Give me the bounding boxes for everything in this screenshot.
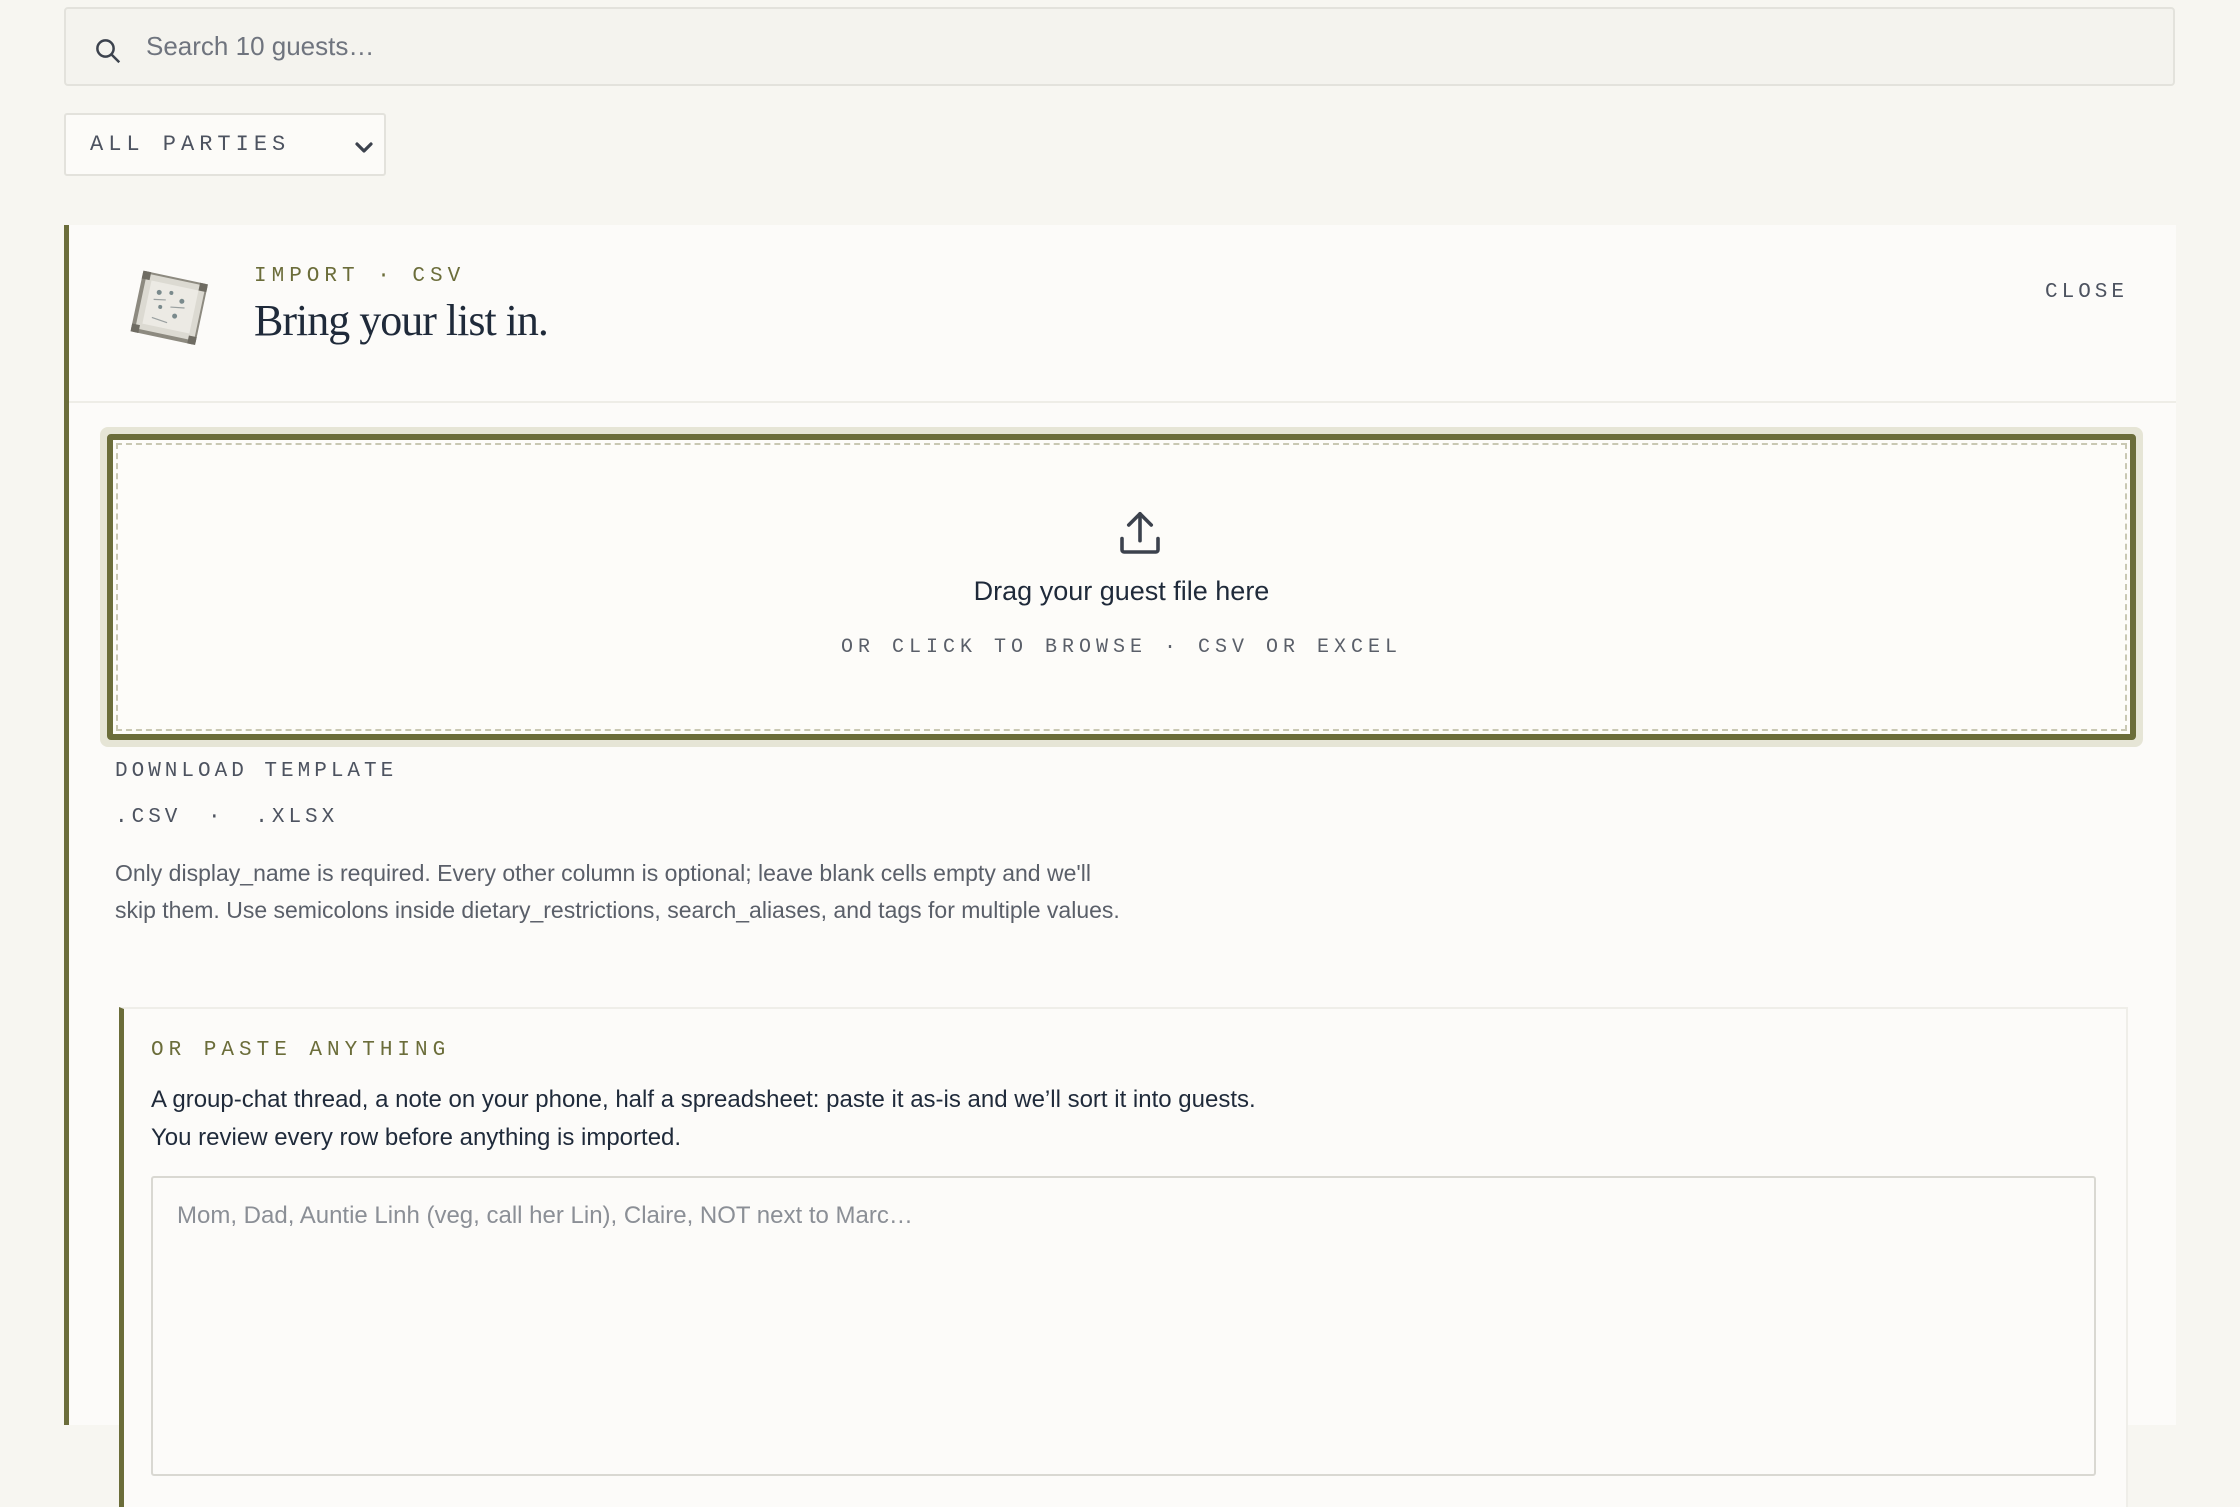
import-panel: IMPORT · CSV Bring your list in. CLOSE D… <box>64 225 2176 1507</box>
seating-chart-illustration <box>130 270 208 345</box>
search-icon <box>96 39 121 64</box>
paste-description: A group-chat thread, a note on your phon… <box>151 1086 1256 1151</box>
paste-textarea[interactable] <box>151 1176 2096 1476</box>
template-links: .CSV · .XLSX <box>115 806 338 829</box>
import-help-text: Only display_name is required. Every oth… <box>115 860 1120 923</box>
chevron-down-icon <box>355 142 373 153</box>
party-filter-select[interactable]: ALL PARTIES <box>64 113 386 176</box>
party-filter-value: ALL PARTIES <box>90 132 291 157</box>
search-bar[interactable] <box>64 7 2175 86</box>
paste-eyebrow: OR PASTE ANYTHING <box>151 1039 451 1062</box>
dropzone-subtitle: OR CLICK TO BROWSE · CSV OR EXCEL <box>840 636 1403 659</box>
template-link-separator: · <box>208 806 225 829</box>
paste-section: OR PASTE ANYTHING A group-chat thread, a… <box>119 1007 2128 1507</box>
file-dropzone[interactable]: Drag your guest file here OR CLICK TO BR… <box>107 434 2136 740</box>
dropzone-title: Drag your guest file here <box>973 576 1270 606</box>
file-dropzone-frame: Drag your guest file here OR CLICK TO BR… <box>100 427 2143 747</box>
download-template-label: DOWNLOAD TEMPLATE <box>115 760 398 783</box>
upload-icon <box>1120 511 1160 554</box>
search-input[interactable] <box>146 9 2046 84</box>
import-title: Bring your list in. <box>254 296 549 345</box>
import-panel-header: IMPORT · CSV Bring your list in. CLOSE <box>69 225 2176 403</box>
download-csv-link[interactable]: .CSV <box>115 806 181 829</box>
close-button[interactable]: CLOSE <box>2045 281 2128 304</box>
download-xlsx-link[interactable]: .XLSX <box>255 806 338 829</box>
import-eyebrow: IMPORT · CSV <box>254 265 466 288</box>
